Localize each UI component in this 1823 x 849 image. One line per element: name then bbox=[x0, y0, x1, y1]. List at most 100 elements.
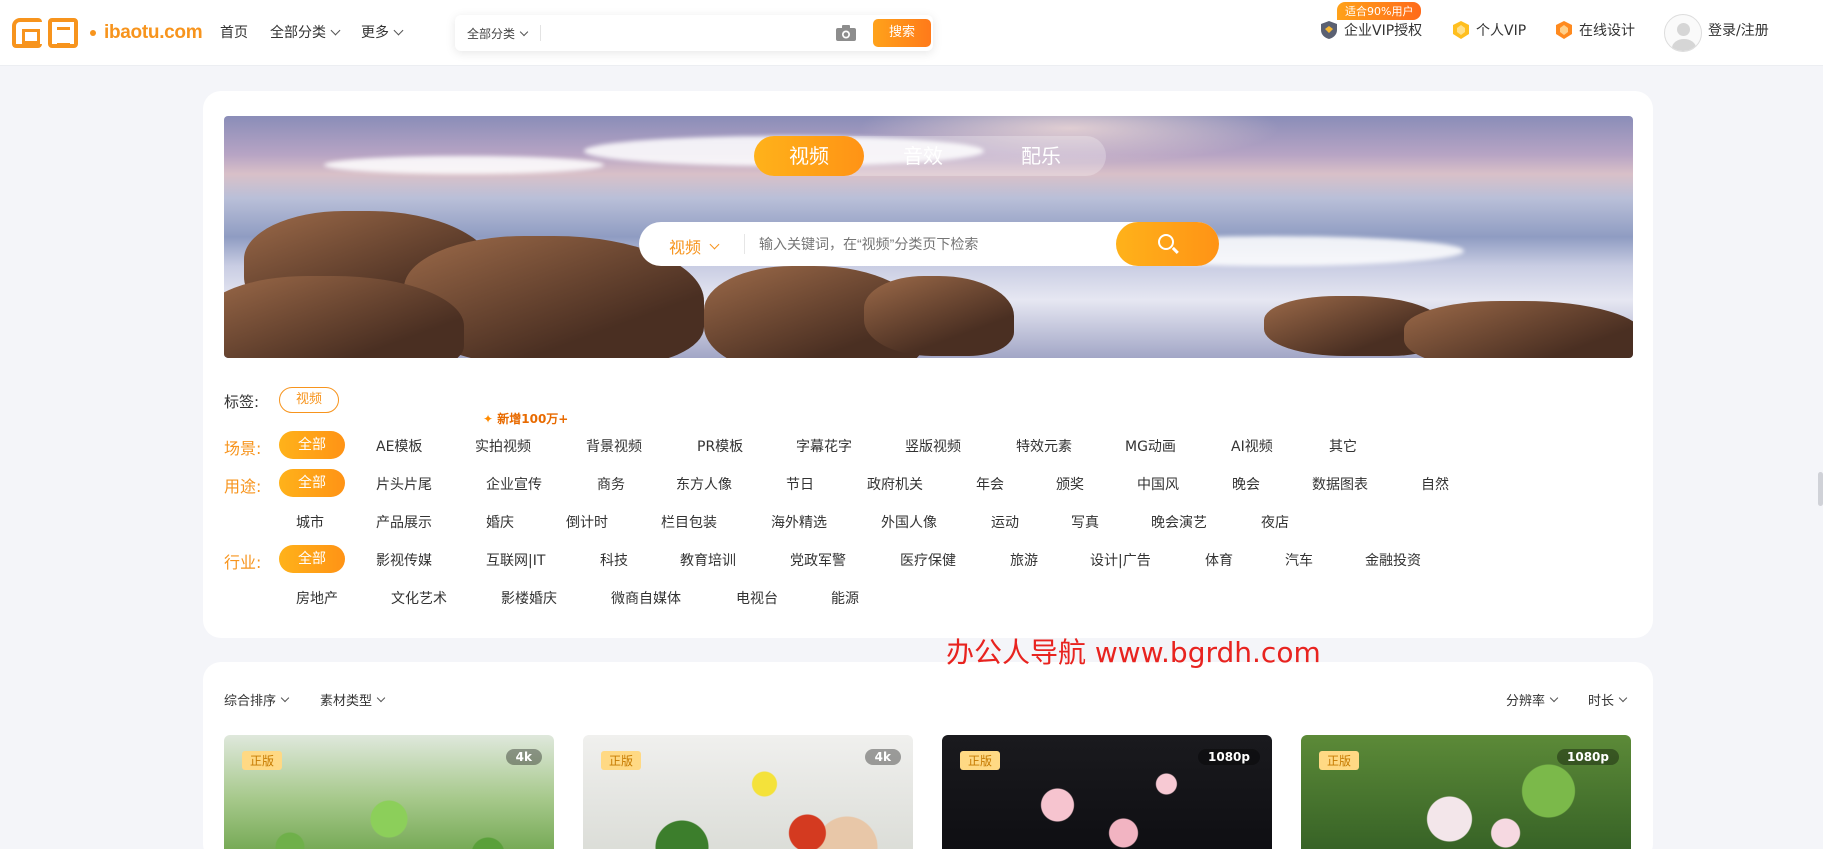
industry-option[interactable]: 文化艺术 bbox=[391, 588, 447, 608]
filter-card: 视频 音效 配乐 视频 标签: 视频 场景: 全部 AE模板 实拍视频 背景视频… bbox=[203, 91, 1653, 638]
logo-dot bbox=[90, 30, 96, 36]
resolution-dropdown[interactable]: 分辨率 bbox=[1506, 690, 1559, 709]
industry-option[interactable]: 能源 bbox=[831, 588, 859, 608]
video-thumbnail[interactable]: 正版 1080p bbox=[1301, 735, 1631, 849]
license-badge: 正版 bbox=[960, 751, 1001, 770]
scene-option[interactable]: AE模板 bbox=[376, 436, 422, 456]
user-avatar[interactable] bbox=[1664, 14, 1702, 52]
license-badge: 正版 bbox=[601, 751, 642, 770]
login-register-link[interactable]: 登录/注册 bbox=[1708, 20, 1769, 40]
scene-option[interactable]: 背景视频 bbox=[586, 436, 642, 456]
scene-label: 场景: bbox=[224, 439, 262, 458]
camera-icon[interactable] bbox=[835, 24, 857, 42]
video-thumbnail[interactable]: 正版 4k bbox=[224, 735, 554, 849]
scene-option[interactable]: 字幕花字 bbox=[796, 436, 852, 456]
usage-option[interactable]: 倒计时 bbox=[566, 512, 608, 532]
usage-option[interactable]: 外国人像 bbox=[881, 512, 937, 532]
tab-sound-effects[interactable]: 音效 bbox=[864, 136, 982, 176]
banner-search-input[interactable] bbox=[759, 232, 1089, 256]
sort-label: 综合排序 bbox=[224, 694, 277, 709]
banner-search-bar: 视频 bbox=[639, 222, 1219, 266]
chevron-down-icon bbox=[280, 693, 290, 702]
results-card: 综合排序 素材类型 分辨率 时长 正版 4k 正版 4k 正版 1080p 正版… bbox=[203, 662, 1653, 849]
usage-option[interactable]: 写真 bbox=[1071, 512, 1099, 532]
usage-option[interactable]: 政府机关 bbox=[867, 474, 923, 494]
usage-option[interactable]: 晚会 bbox=[1232, 474, 1260, 494]
usage-option[interactable]: 片头片尾 bbox=[376, 474, 432, 494]
media-type-tabs: 视频 音效 配乐 bbox=[754, 136, 1106, 176]
industry-option[interactable]: 党政军警 bbox=[790, 550, 846, 570]
sort-dropdown[interactable]: 综合排序 bbox=[224, 690, 290, 709]
tag-pill-video[interactable]: 视频 bbox=[279, 387, 340, 413]
industry-option[interactable]: 旅游 bbox=[1010, 550, 1038, 570]
scene-filter-all[interactable]: 全部 bbox=[279, 431, 345, 459]
usage-option[interactable]: 节日 bbox=[786, 474, 814, 494]
nav-more-label: 更多 bbox=[361, 25, 389, 41]
usage-option[interactable]: 城市 bbox=[296, 512, 324, 532]
industry-option[interactable]: 影视传媒 bbox=[376, 550, 432, 570]
industry-option[interactable]: 医疗保健 bbox=[900, 550, 956, 570]
usage-option[interactable]: 商务 bbox=[597, 474, 625, 494]
tab-video[interactable]: 视频 bbox=[754, 136, 864, 176]
scene-option[interactable]: 实拍视频 bbox=[475, 436, 531, 456]
top-search-input[interactable] bbox=[550, 21, 780, 45]
nav-all-categories[interactable]: 全部分类 bbox=[270, 22, 341, 42]
video-thumbnail[interactable]: 正版 1080p bbox=[942, 735, 1272, 849]
industry-option[interactable]: 电视台 bbox=[736, 588, 778, 608]
industry-option[interactable]: 金融投资 bbox=[1365, 550, 1421, 570]
banner-search-category-select[interactable]: 视频 bbox=[669, 234, 720, 258]
duration-label: 时长 bbox=[1588, 694, 1615, 709]
industry-option[interactable]: 科技 bbox=[600, 550, 628, 570]
scene-option[interactable]: 竖版视频 bbox=[905, 436, 961, 456]
top-search-category-select[interactable]: 全部分类 bbox=[467, 25, 529, 42]
usage-option[interactable]: 栏目包装 bbox=[661, 512, 717, 532]
banner-search-divider bbox=[744, 234, 745, 254]
banner-search-button[interactable] bbox=[1116, 222, 1219, 266]
usage-option[interactable]: 企业宣传 bbox=[486, 474, 542, 494]
online-design-link[interactable]: 在线设计 bbox=[1555, 20, 1635, 40]
usage-option[interactable]: 婚庆 bbox=[486, 512, 514, 532]
page-scrollbar-thumb[interactable] bbox=[1818, 472, 1823, 506]
industry-option[interactable]: 教育培训 bbox=[680, 550, 736, 570]
usage-option[interactable]: 东方人像 bbox=[676, 474, 732, 494]
usage-option[interactable]: 年会 bbox=[976, 474, 1004, 494]
top-search-button[interactable]: 搜索 bbox=[873, 19, 931, 47]
scene-option[interactable]: PR模板 bbox=[697, 436, 743, 456]
enterprise-vip-link[interactable]: 企业VIP授权 bbox=[1320, 20, 1422, 40]
usage-option[interactable]: 产品展示 bbox=[376, 512, 432, 532]
industry-option[interactable]: 影楼婚庆 bbox=[501, 588, 557, 608]
nav-home[interactable]: 首页 bbox=[220, 22, 248, 42]
industry-option[interactable]: 设计|广告 bbox=[1090, 550, 1151, 570]
usage-option[interactable]: 海外精选 bbox=[771, 512, 827, 532]
scene-option[interactable]: 其它 bbox=[1329, 436, 1357, 456]
resolution-badge: 1080p bbox=[1198, 749, 1260, 765]
scene-option[interactable]: AI视频 bbox=[1231, 436, 1273, 456]
chevron-down-icon bbox=[1618, 693, 1628, 702]
usage-option[interactable]: 运动 bbox=[991, 512, 1019, 532]
industry-option[interactable]: 体育 bbox=[1205, 550, 1233, 570]
industry-option[interactable]: 微商自媒体 bbox=[611, 588, 681, 608]
site-logo[interactable]: ibaotu.com bbox=[12, 16, 203, 50]
video-thumbnail[interactable]: 正版 4k bbox=[583, 735, 913, 849]
scene-option[interactable]: MG动画 bbox=[1125, 436, 1176, 456]
usage-option[interactable]: 晚会演艺 bbox=[1151, 512, 1207, 532]
usage-option[interactable]: 自然 bbox=[1421, 474, 1449, 494]
industry-option[interactable]: 房地产 bbox=[296, 588, 338, 608]
logo-domain: ibaotu.com bbox=[104, 22, 203, 43]
industry-filter-all[interactable]: 全部 bbox=[279, 545, 345, 573]
industry-option[interactable]: 汽车 bbox=[1285, 550, 1313, 570]
search-icon bbox=[1158, 234, 1174, 250]
usage-option[interactable]: 数据图表 bbox=[1312, 474, 1368, 494]
personal-vip-link[interactable]: 个人VIP bbox=[1452, 20, 1526, 40]
tab-music[interactable]: 配乐 bbox=[982, 136, 1100, 176]
duration-dropdown[interactable]: 时长 bbox=[1588, 690, 1628, 709]
usage-option[interactable]: 中国风 bbox=[1137, 474, 1179, 494]
usage-option[interactable]: 夜店 bbox=[1261, 512, 1289, 532]
industry-option[interactable]: 互联网|IT bbox=[486, 550, 545, 570]
banner-rock bbox=[864, 276, 1014, 356]
usage-option[interactable]: 颁奖 bbox=[1056, 474, 1084, 494]
material-type-dropdown[interactable]: 素材类型 bbox=[320, 690, 386, 709]
nav-more[interactable]: 更多 bbox=[361, 22, 404, 42]
scene-option[interactable]: 特效元素 bbox=[1016, 436, 1072, 456]
usage-filter-all[interactable]: 全部 bbox=[279, 469, 345, 497]
